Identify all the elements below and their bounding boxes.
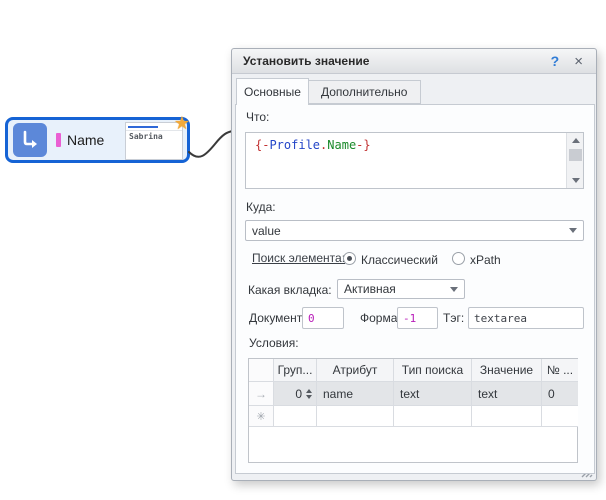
row-arrow-icon: → — [255, 387, 267, 401]
spin-down-icon — [306, 395, 312, 399]
new-cell-number[interactable] — [542, 406, 578, 427]
grid-header-row: Груп... Атрибут Тип поиска Значение № ..… — [249, 359, 577, 382]
document-input[interactable]: 0 — [302, 307, 344, 329]
tab-osnovnye[interactable]: Основные — [236, 78, 309, 105]
scroll-down-icon[interactable] — [567, 173, 584, 188]
form-label: Форма: — [360, 311, 401, 325]
tab-panel: Что: {-Profile.Name-} Куда: value Поиск … — [235, 104, 595, 474]
document-label: Документ: — [249, 311, 306, 325]
cell-number[interactable]: 0 — [542, 382, 578, 406]
set-value-arrow-icon — [13, 123, 47, 157]
cell-value-value: text — [478, 387, 497, 401]
what-label: Что: — [246, 110, 269, 124]
set-value-dialog: Установить значение ? × Основные Дополни… — [231, 48, 597, 481]
new-cell-value[interactable] — [472, 406, 542, 427]
radio-classic[interactable] — [343, 252, 356, 265]
which-tab-label: Какая вкладка: — [248, 283, 332, 297]
scroll-up-icon[interactable] — [567, 133, 584, 148]
cell-group[interactable]: 0 — [274, 382, 317, 406]
dialog-title: Установить значение — [243, 54, 369, 68]
grid-header-number[interactable]: № ... — [542, 359, 578, 382]
cell-value[interactable]: text — [472, 382, 542, 406]
cell-attribute[interactable]: name — [317, 382, 394, 406]
scrollbar-thumb[interactable] — [569, 149, 582, 161]
current-row-indicator: → — [249, 382, 274, 406]
tag-label: Тэг: — [443, 311, 464, 325]
cell-group-value: 0 — [295, 387, 302, 401]
preview-progress-line — [128, 126, 158, 128]
help-icon[interactable]: ? — [551, 53, 560, 69]
radio-xpath[interactable] — [452, 252, 465, 265]
cell-search-type-value: text — [400, 387, 419, 401]
action-node-set-value[interactable]: Name Sabrina ★ — [5, 117, 190, 163]
document-input-value: 0 — [308, 312, 315, 325]
conditions-grid[interactable]: Груп... Атрибут Тип поиска Значение № ..… — [248, 358, 578, 463]
macro-open: {- — [255, 138, 269, 152]
grid-header-attribute[interactable]: Атрибут — [317, 359, 394, 382]
macro-expression: {-Profile.Name-} — [255, 138, 371, 152]
dialog-titlebar[interactable]: Установить значение ? × — [232, 49, 596, 74]
macro-object: Profile — [269, 138, 320, 152]
grid-header-group[interactable]: Груп... — [274, 359, 317, 382]
macro-close: -} — [356, 138, 370, 152]
grid-header-search-type[interactable]: Тип поиска — [394, 359, 472, 382]
node-preview-thumbnail: Sabrina ★ — [125, 122, 183, 160]
node-accent-bar — [56, 133, 61, 147]
conditions-label: Условия: — [249, 336, 299, 350]
tag-input[interactable]: textarea — [468, 307, 584, 329]
radio-xpath-label[interactable]: xPath — [470, 253, 501, 267]
search-element-link[interactable]: Поиск элемента: — [252, 251, 345, 265]
form-input-value: -1 — [403, 312, 416, 325]
new-cell-search-type[interactable] — [394, 406, 472, 427]
grid-header-gutter — [249, 359, 274, 382]
group-spinner[interactable] — [306, 389, 312, 399]
cell-number-value: 0 — [548, 387, 555, 401]
spin-up-icon — [306, 389, 312, 393]
chevron-down-icon — [450, 287, 458, 292]
new-row-icon: ✳ — [256, 410, 265, 423]
which-tab-combobox[interactable]: Активная — [337, 279, 465, 299]
cell-attribute-value: name — [323, 387, 353, 401]
what-textarea[interactable]: {-Profile.Name-} — [245, 132, 584, 189]
grid-row-1[interactable]: → 0 name text text 0 — [249, 382, 577, 406]
tab-dopolnitelno[interactable]: Дополнительно — [307, 80, 421, 104]
where-label: Куда: — [246, 200, 276, 214]
grid-new-row[interactable]: ✳ — [249, 406, 577, 427]
new-row-indicator: ✳ — [249, 406, 274, 427]
close-icon[interactable]: × — [574, 53, 583, 70]
tag-input-value: textarea — [474, 312, 527, 325]
grid-header-value[interactable]: Значение — [472, 359, 542, 382]
connector-line — [185, 118, 237, 164]
preview-value-text: Sabrina — [129, 132, 163, 141]
new-cell-attribute[interactable] — [317, 406, 394, 427]
textarea-scrollbar[interactable] — [566, 133, 583, 188]
node-label: Name — [67, 132, 104, 148]
chevron-down-icon — [569, 228, 577, 233]
which-tab-combobox-value: Активная — [344, 282, 396, 296]
where-combobox[interactable]: value — [245, 220, 584, 241]
cell-search-type[interactable]: text — [394, 382, 472, 406]
radio-classic-label[interactable]: Классический — [361, 253, 438, 267]
form-input[interactable]: -1 — [397, 307, 438, 329]
where-combobox-value: value — [252, 224, 281, 238]
macro-property: Name — [327, 138, 356, 152]
new-cell-group[interactable] — [274, 406, 317, 427]
